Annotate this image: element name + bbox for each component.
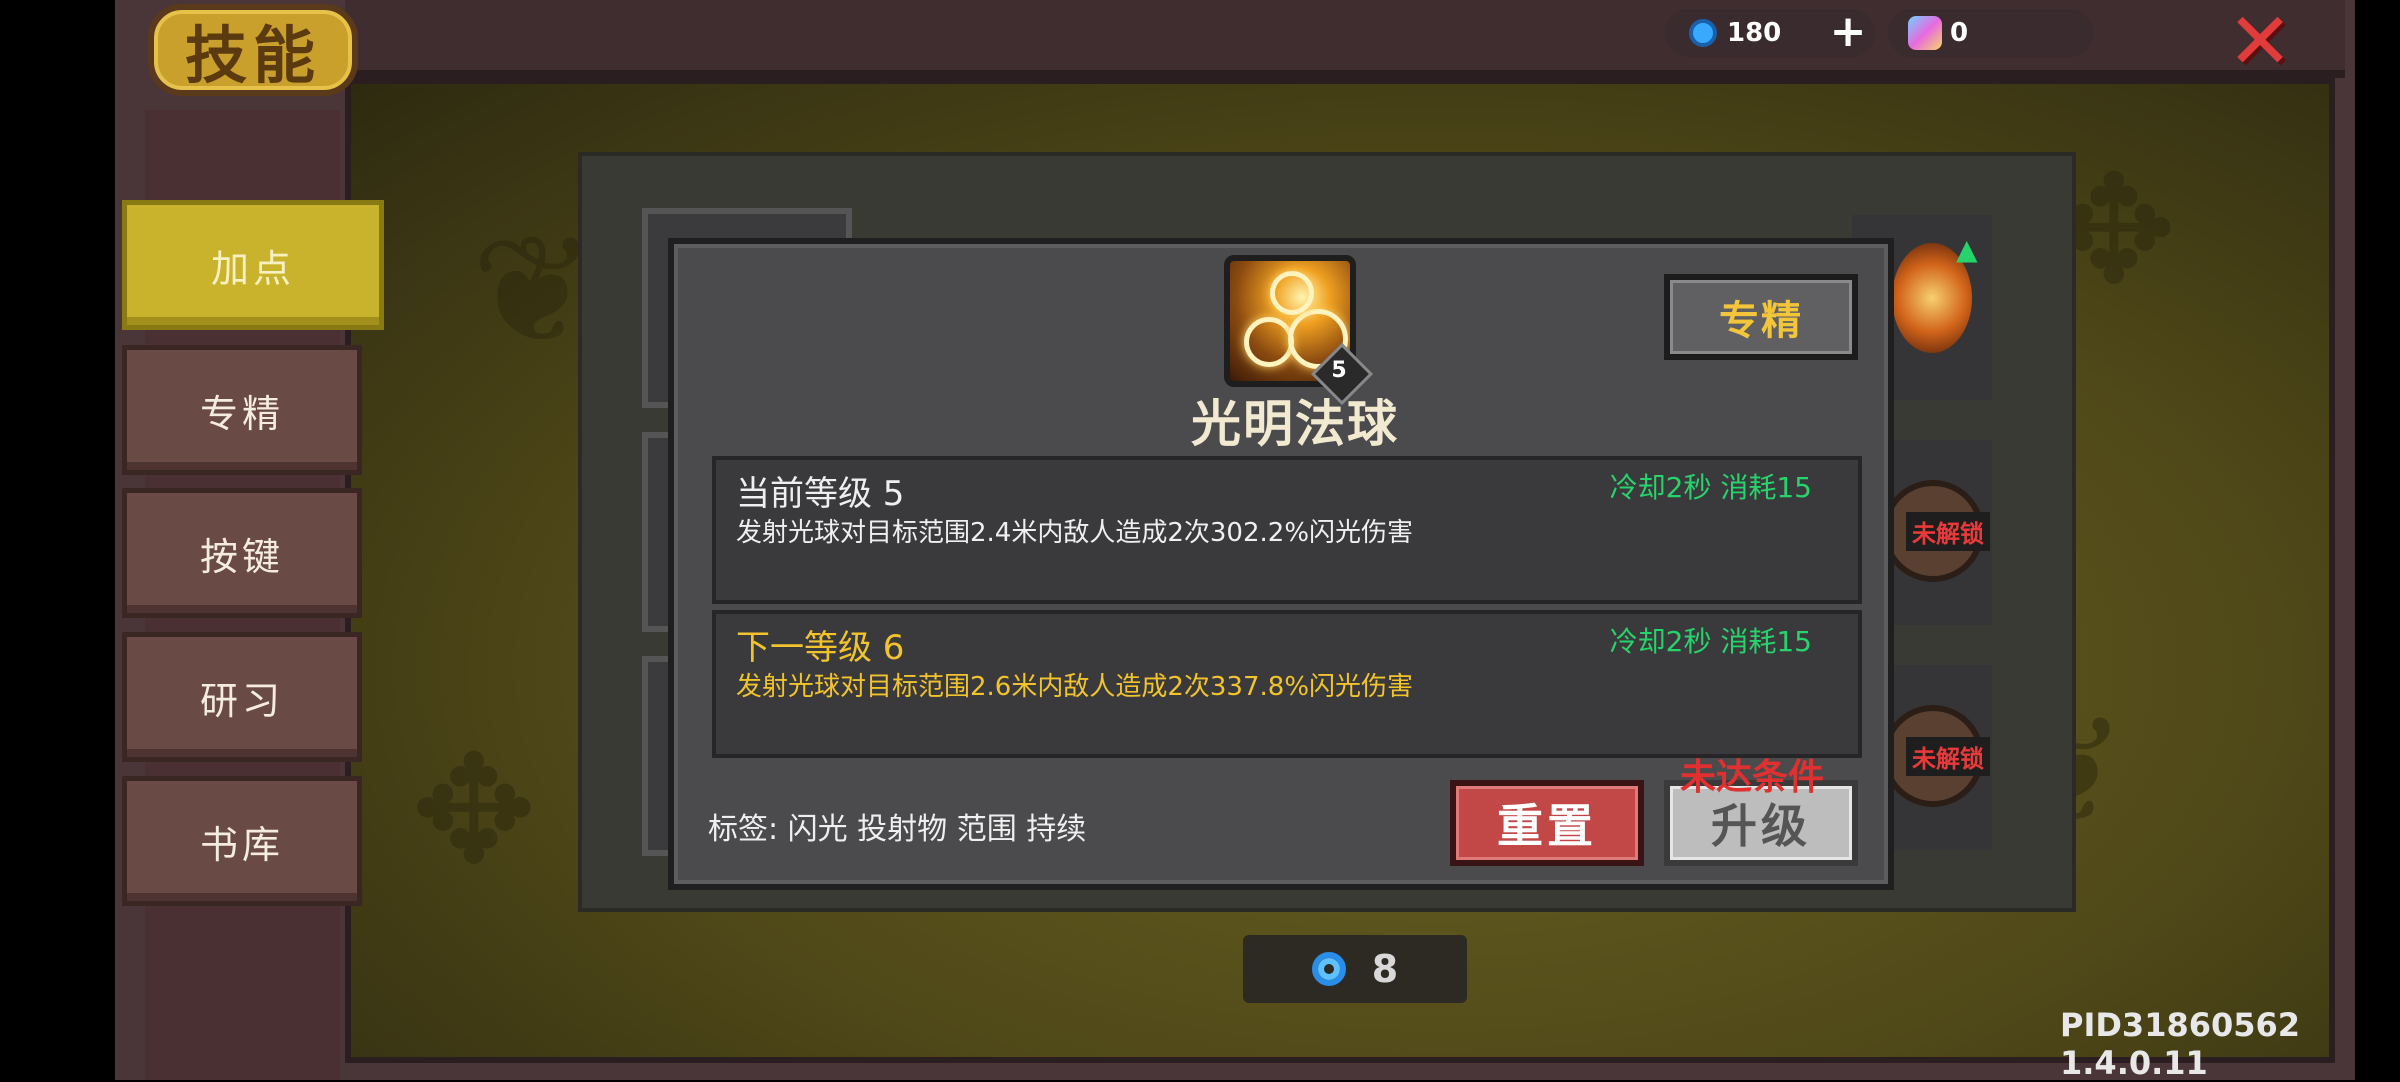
next-level-cooldown-cost: 冷却2秒 消耗15 <box>1609 625 1812 658</box>
lock-label: 未解锁 <box>1906 737 1990 776</box>
next-level-description: 发射光球对目标范围2.6米内敌人造成2次337.8%闪光伤害 <box>736 672 1414 702</box>
potion-currency: 0 <box>1888 9 2093 57</box>
skill-points-value: 8 <box>1371 947 1399 991</box>
next-level-title: 下一等级 6 <box>736 628 905 668</box>
gem-icon <box>1689 19 1717 47</box>
current-level-cooldown-cost: 冷却2秒 消耗15 <box>1609 471 1812 504</box>
reset-button-label: 重置 <box>1497 799 1597 853</box>
tab-label: 书库 <box>199 822 284 867</box>
version-label: PID31860562 1.4.0.11 <box>2060 1006 2301 1082</box>
reset-button[interactable]: 重置 <box>1450 780 1644 866</box>
skill-name: 光明法球 <box>1191 395 1399 453</box>
tab-label: 按键 <box>199 534 284 579</box>
page-title-text: 技能 <box>184 19 321 92</box>
current-level-description: 发射光球对目标范围2.4米内敌人造成2次302.2%闪光伤害 <box>736 518 1414 548</box>
add-gems-button[interactable]: + <box>1826 10 1870 54</box>
tab-library[interactable]: 书库 <box>122 776 362 906</box>
orb-ring <box>1270 271 1314 315</box>
upgrade-requirement-warning: 未达条件 <box>1680 757 1825 798</box>
tab-label: 专精 <box>199 391 284 436</box>
orb-ring <box>1244 317 1294 367</box>
skill-point-icon <box>1311 952 1346 986</box>
tab-specialization[interactable]: 专精 <box>122 345 362 475</box>
potion-count: 0 <box>1950 18 1969 48</box>
tab-label: 研习 <box>199 678 284 723</box>
next-level-box: 下一等级 6 冷却2秒 消耗15 发射光球对目标范围2.6米内敌人造成2次337… <box>712 610 1862 758</box>
lock-label: 未解锁 <box>1906 512 1990 551</box>
tab-allocate[interactable]: 加点 <box>122 200 384 330</box>
upgrade-arrow-icon: ▲ <box>1956 233 1978 266</box>
tab-keybinds[interactable]: 按键 <box>122 488 362 618</box>
page-title: 技能 <box>148 4 358 96</box>
decor-glyph: ✥ <box>411 724 537 898</box>
current-level-box: 当前等级 5 冷却2秒 消耗15 发射光球对目标范围2.4米内敌人造成2次302… <box>712 456 1862 604</box>
tab-study[interactable]: 研习 <box>122 632 362 762</box>
gem-count: 180 <box>1727 18 1782 48</box>
current-level-title: 当前等级 5 <box>736 474 905 514</box>
specialization-button-label: 专精 <box>1719 298 1803 344</box>
tab-label: 加点 <box>210 246 295 291</box>
skill-points-counter: 8 <box>1243 935 1467 1003</box>
close-button[interactable]: ✕ <box>2220 3 2300 81</box>
potion-icon <box>1908 16 1942 50</box>
specialization-button[interactable]: 专精 <box>1664 274 1858 360</box>
skill-tags: 标签: 闪光 投射物 范围 持续 <box>708 812 1087 847</box>
